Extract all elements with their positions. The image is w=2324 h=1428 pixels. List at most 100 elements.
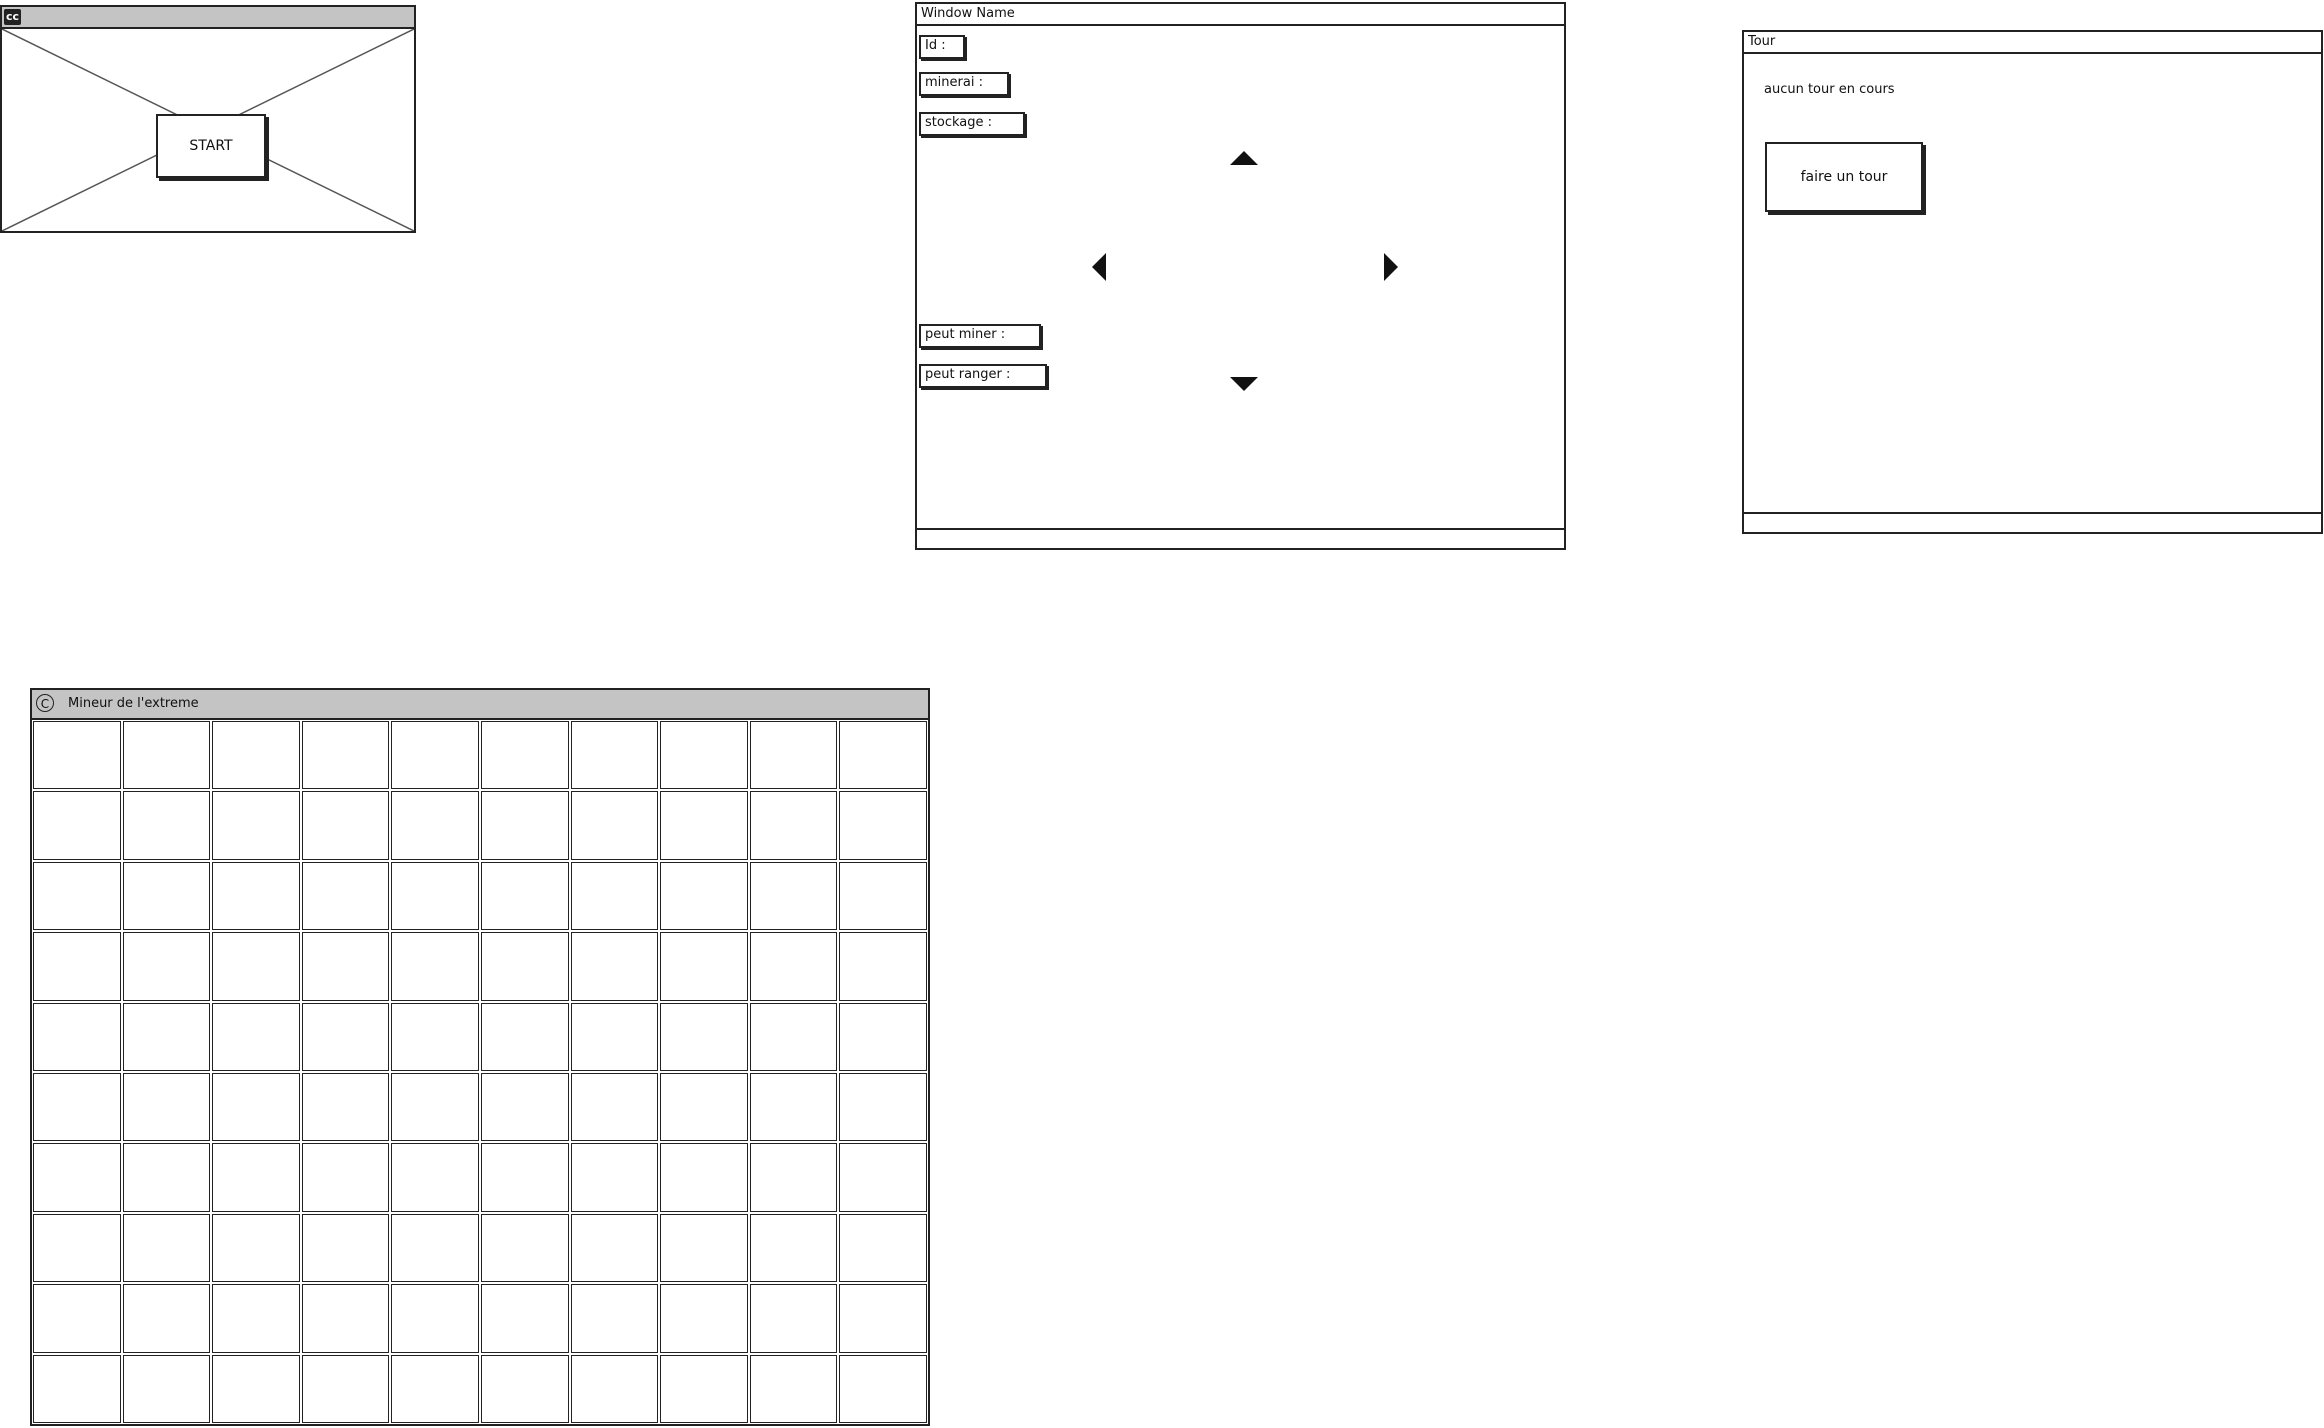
grid-cell[interactable]	[480, 1354, 569, 1423]
arrow-right-icon[interactable]	[1383, 252, 1399, 282]
grid-cell[interactable]	[301, 1073, 390, 1142]
grid-cell[interactable]	[660, 1002, 748, 1071]
grid-cell[interactable]	[212, 932, 300, 1001]
grid-cell[interactable]	[301, 861, 390, 931]
grid-cell[interactable]	[212, 1002, 300, 1071]
grid-cell[interactable]	[839, 791, 927, 860]
grid-cell[interactable]	[570, 1354, 659, 1423]
grid-cell[interactable]	[480, 721, 569, 790]
grid-cell[interactable]	[749, 1213, 838, 1283]
grid-cell[interactable]	[839, 932, 927, 1001]
grid-cell[interactable]	[301, 1143, 390, 1212]
id-field[interactable]: Id :	[919, 35, 965, 59]
grid-cell[interactable]	[839, 721, 927, 790]
grid-cell[interactable]	[839, 1284, 927, 1353]
grid-cell[interactable]	[122, 1213, 211, 1283]
grid-cell[interactable]	[749, 1002, 838, 1071]
grid-cell[interactable]	[212, 1354, 300, 1423]
grid-cell[interactable]	[33, 721, 121, 790]
grid-cell[interactable]	[839, 861, 927, 931]
grid-cell[interactable]	[212, 1284, 300, 1353]
grid-cell[interactable]	[839, 1002, 927, 1071]
grid-cell[interactable]	[391, 861, 479, 931]
grid-cell[interactable]	[33, 1073, 121, 1142]
grid-cell[interactable]	[660, 1284, 748, 1353]
grid-cell[interactable]	[122, 1002, 211, 1071]
grid-cell[interactable]	[301, 932, 390, 1001]
grid-cell[interactable]	[749, 1354, 838, 1423]
grid-cell[interactable]	[33, 1143, 121, 1212]
grid-cell[interactable]	[839, 1073, 927, 1142]
grid-cell[interactable]	[749, 1284, 838, 1353]
grid-cell[interactable]	[480, 1284, 569, 1353]
grid-cell[interactable]	[122, 791, 211, 860]
grid-cell[interactable]	[391, 1002, 479, 1071]
grid-cell[interactable]	[212, 791, 300, 860]
grid-cell[interactable]	[391, 721, 479, 790]
grid-cell[interactable]	[301, 1354, 390, 1423]
grid-cell[interactable]	[570, 721, 659, 790]
grid-cell[interactable]	[122, 932, 211, 1001]
grid-cell[interactable]	[33, 1213, 121, 1283]
grid-cell[interactable]	[570, 1213, 659, 1283]
grid-cell[interactable]	[570, 861, 659, 931]
grid-cell[interactable]	[660, 1354, 748, 1423]
grid-cell[interactable]	[33, 1284, 121, 1353]
grid-cell[interactable]	[33, 791, 121, 860]
grid-cell[interactable]	[749, 791, 838, 860]
grid-cell[interactable]	[660, 721, 748, 790]
grid-cell[interactable]	[480, 1073, 569, 1142]
grid-cell[interactable]	[480, 861, 569, 931]
grid-cell[interactable]	[480, 1002, 569, 1071]
grid-cell[interactable]	[660, 1213, 748, 1283]
arrow-left-icon[interactable]	[1091, 252, 1107, 282]
grid-cell[interactable]	[660, 932, 748, 1001]
grid-cell[interactable]	[839, 1213, 927, 1283]
grid-cell[interactable]	[212, 1143, 300, 1212]
grid-cell[interactable]	[660, 861, 748, 931]
grid-cell[interactable]	[33, 932, 121, 1001]
grid-cell[interactable]	[660, 1143, 748, 1212]
arrow-up-icon[interactable]	[1229, 150, 1259, 166]
grid-cell[interactable]	[33, 1354, 121, 1423]
grid-cell[interactable]	[212, 1073, 300, 1142]
grid-cell[interactable]	[391, 1213, 479, 1283]
grid-cell[interactable]	[570, 932, 659, 1001]
grid-cell[interactable]	[391, 791, 479, 860]
grid-cell[interactable]	[122, 721, 211, 790]
grid-cell[interactable]	[301, 1284, 390, 1353]
grid-cell[interactable]	[122, 1284, 211, 1353]
grid-cell[interactable]	[749, 932, 838, 1001]
grid-cell[interactable]	[749, 1073, 838, 1142]
grid-cell[interactable]	[212, 721, 300, 790]
grid-cell[interactable]	[391, 1354, 479, 1423]
grid-cell[interactable]	[480, 791, 569, 860]
grid-cell[interactable]	[570, 791, 659, 860]
grid-cell[interactable]	[391, 1143, 479, 1212]
grid-cell[interactable]	[301, 791, 390, 860]
faire-un-tour-button[interactable]: faire un tour	[1765, 142, 1923, 212]
peut-ranger-field[interactable]: peut ranger :	[919, 364, 1047, 388]
grid-cell[interactable]	[212, 861, 300, 931]
grid-cell[interactable]	[301, 1002, 390, 1071]
grid-cell[interactable]	[33, 861, 121, 931]
peut-miner-field[interactable]: peut miner :	[919, 324, 1041, 348]
grid-cell[interactable]	[480, 932, 569, 1001]
grid-cell[interactable]	[570, 1284, 659, 1353]
grid-cell[interactable]	[301, 1213, 390, 1283]
grid-cell[interactable]	[570, 1073, 659, 1142]
grid-cell[interactable]	[391, 1284, 479, 1353]
grid-cell[interactable]	[33, 1002, 121, 1071]
grid-cell[interactable]	[122, 1073, 211, 1142]
grid-cell[interactable]	[660, 1073, 748, 1142]
arrow-down-icon[interactable]	[1229, 376, 1259, 392]
grid-cell[interactable]	[391, 1073, 479, 1142]
grid-cell[interactable]	[839, 1354, 927, 1423]
grid-cell[interactable]	[839, 1143, 927, 1212]
grid-cell[interactable]	[570, 1002, 659, 1071]
grid-cell[interactable]	[749, 861, 838, 931]
grid-cell[interactable]	[570, 1143, 659, 1212]
start-button[interactable]: START	[156, 114, 266, 178]
grid-cell[interactable]	[301, 721, 390, 790]
grid-cell[interactable]	[480, 1143, 569, 1212]
